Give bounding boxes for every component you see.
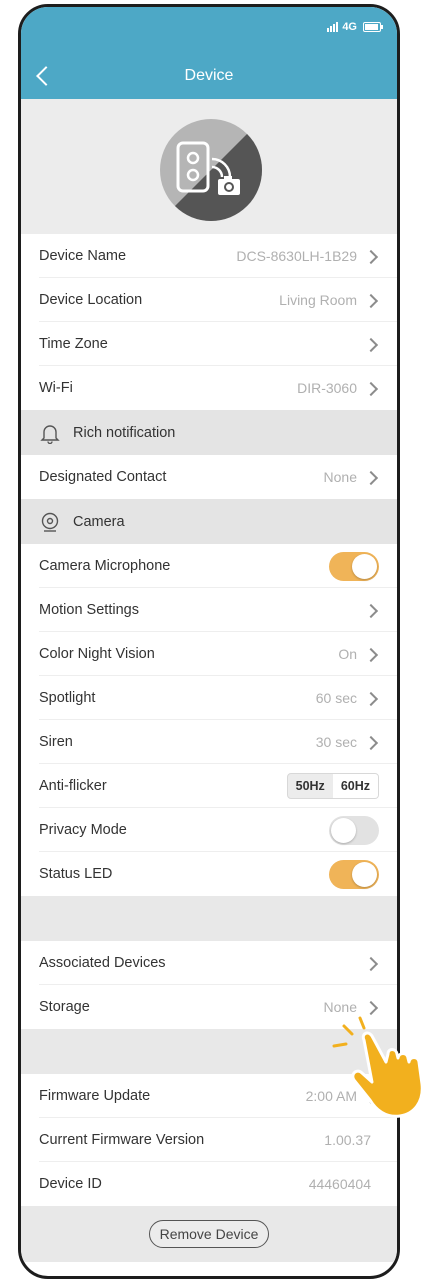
camera-device-icon xyxy=(160,119,262,221)
row-label: Device ID xyxy=(39,1176,102,1192)
row-label: Device Location xyxy=(39,292,143,308)
toggle-knob xyxy=(352,553,377,579)
camera-icon xyxy=(41,512,59,532)
header-bar: 4G Device xyxy=(21,7,397,99)
row-value: 44460404 xyxy=(308,1176,371,1192)
row-label: Siren xyxy=(39,734,73,750)
row-label: Motion Settings xyxy=(39,602,139,618)
chevron-right-icon xyxy=(365,470,379,484)
row-value: Living Room xyxy=(279,292,357,308)
camera-microphone-row: Camera Microphone xyxy=(21,544,397,588)
row-label: Current Firmware Version xyxy=(39,1132,205,1148)
option-50hz[interactable]: 50Hz xyxy=(288,774,333,798)
network-type: 4G xyxy=(342,21,357,33)
chevron-right-icon xyxy=(365,603,379,617)
row-label: Anti-flicker xyxy=(39,778,107,794)
row-label: Associated Devices xyxy=(39,955,166,971)
row-label: Storage xyxy=(39,999,90,1015)
row-label: Spotlight xyxy=(39,690,96,706)
toggle-knob xyxy=(331,817,356,843)
chevron-right-icon xyxy=(365,735,379,749)
designated-contact-row[interactable]: Designated Contact None xyxy=(21,455,397,499)
status-led-toggle[interactable] xyxy=(329,859,379,889)
chevron-right-icon xyxy=(365,691,379,705)
row-value: DCS-8630LH-1B29 xyxy=(236,248,357,264)
page-title: Device xyxy=(184,67,234,84)
signal-icon xyxy=(327,22,339,32)
anti-flicker-segmented-control: 50Hz 60Hz xyxy=(286,773,379,799)
chevron-right-icon xyxy=(365,293,379,307)
row-value: DIR-3060 xyxy=(297,380,357,396)
row-label: Privacy Mode xyxy=(39,822,127,838)
anti-flicker-row: Anti-flicker 50Hz 60Hz xyxy=(21,764,397,808)
device-image-area xyxy=(21,99,397,234)
rich-notification-section: Rich notification xyxy=(21,410,397,455)
row-value: 30 sec xyxy=(315,734,357,750)
motion-settings-row[interactable]: Motion Settings xyxy=(21,588,397,632)
spotlight-row[interactable]: Spotlight 60 sec xyxy=(21,676,397,720)
siren-row[interactable]: Siren 30 sec xyxy=(21,720,397,764)
footer-area: Remove Device xyxy=(21,1206,397,1262)
row-label: Wi-Fi xyxy=(39,380,73,396)
camera-section: Camera xyxy=(21,499,397,544)
wifi-row[interactable]: Wi-Fi DIR-3060 xyxy=(21,366,397,410)
row-label: Color Night Vision xyxy=(39,646,155,662)
battery-icon xyxy=(363,22,383,32)
chevron-right-icon xyxy=(365,956,379,970)
associated-devices-row[interactable]: Associated Devices xyxy=(21,941,397,985)
privacy-mode-row: Privacy Mode xyxy=(21,808,397,852)
device-location-row[interactable]: Device Location Living Room xyxy=(21,278,397,322)
privacy-toggle[interactable] xyxy=(329,815,379,845)
chevron-right-icon xyxy=(365,337,379,351)
device-id-row: Device ID 44460404 xyxy=(21,1162,397,1206)
row-value: None xyxy=(323,469,357,485)
toggle-knob xyxy=(352,861,377,887)
row-label: Time Zone xyxy=(39,336,108,352)
time-zone-row[interactable]: Time Zone xyxy=(21,322,397,366)
microphone-toggle[interactable] xyxy=(329,551,379,581)
option-60hz[interactable]: 60Hz xyxy=(332,774,378,798)
row-label: Device Name xyxy=(39,248,127,264)
section-label: Camera xyxy=(73,513,125,530)
chevron-right-icon xyxy=(365,249,379,263)
tap-hand-icon xyxy=(332,1016,424,1118)
row-label: Status LED xyxy=(39,866,113,882)
status-led-row: Status LED xyxy=(21,852,397,896)
chevron-right-icon xyxy=(365,381,379,395)
row-value: 1.00.37 xyxy=(324,1132,371,1148)
color-night-vision-row[interactable]: Color Night Vision On xyxy=(21,632,397,676)
section-divider xyxy=(21,896,397,941)
section-label: Rich notification xyxy=(73,424,176,441)
row-value: 60 sec xyxy=(315,690,357,706)
row-label: Firmware Update xyxy=(39,1088,151,1104)
bell-icon xyxy=(40,424,60,444)
status-bar: 4G xyxy=(327,21,383,33)
row-value: On xyxy=(338,646,357,662)
device-name-row[interactable]: Device Name DCS-8630LH-1B29 xyxy=(21,234,397,278)
chevron-right-icon xyxy=(365,647,379,661)
remove-device-button[interactable]: Remove Device xyxy=(148,1220,270,1248)
row-label: Designated Contact xyxy=(39,469,167,485)
row-label: Camera Microphone xyxy=(39,558,171,574)
